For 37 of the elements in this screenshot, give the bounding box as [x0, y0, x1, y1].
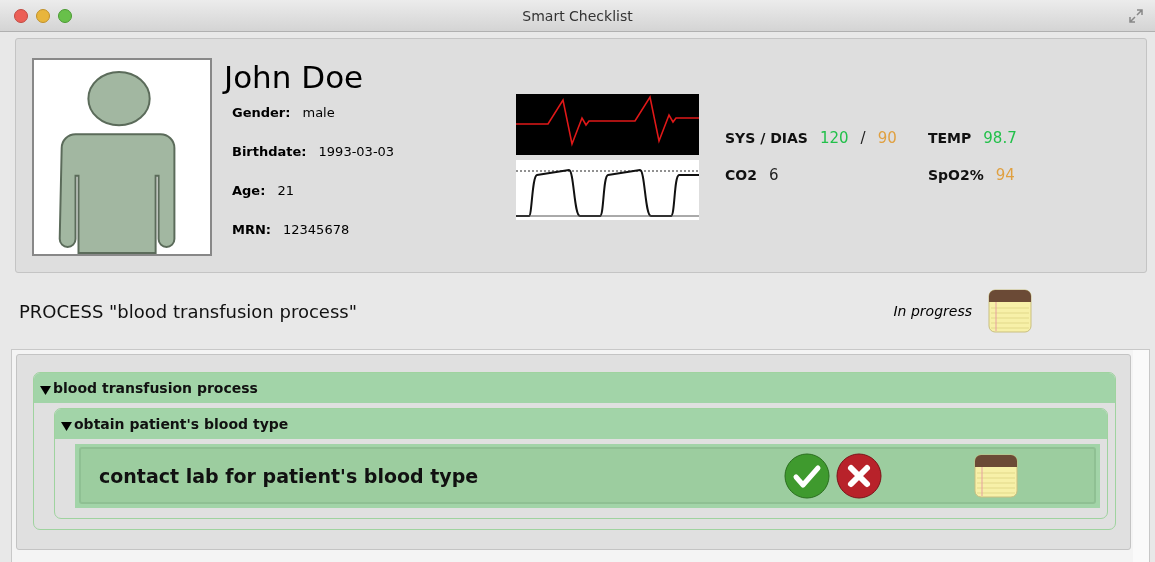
expand-toggle-icon[interactable]: [40, 384, 51, 395]
vital-value: 94: [995, 166, 1015, 184]
scrollbar-track[interactable]: [1133, 350, 1149, 562]
tree-node[interactable]: obtain patient's blood type: [55, 409, 1107, 439]
vital-value: 6: [768, 166, 779, 184]
process-title: PROCESS "blood transfusion process": [19, 300, 357, 322]
node-label: obtain patient's blood type: [74, 416, 289, 432]
vital-label: SpO2%: [928, 167, 984, 183]
field-value: 1993-03-03: [318, 144, 395, 159]
tree-node[interactable]: blood transfusion process: [34, 373, 1115, 403]
field-value: 21: [277, 183, 294, 198]
field-label: MRN:: [232, 222, 272, 237]
vital-value: 120: [819, 129, 849, 147]
close-icon[interactable]: [836, 452, 882, 499]
vital-value: /: [860, 129, 866, 147]
vital-value: 90: [877, 129, 897, 147]
field-label: Age:: [232, 183, 266, 198]
window-title: Smart Checklist: [522, 7, 633, 24]
notepad-icon[interactable]: [974, 453, 1018, 498]
check-icon[interactable]: [784, 452, 830, 499]
close-button[interactable]: [14, 8, 28, 23]
notepad-icon[interactable]: [988, 289, 1032, 333]
vital-value: 98.7: [983, 129, 1017, 147]
vital-label: TEMP: [928, 130, 972, 146]
field-label: Birthdate:: [232, 144, 307, 159]
field-value: 12345678: [283, 222, 350, 237]
zoom-button[interactable]: [58, 8, 72, 23]
field-label: Gender:: [232, 105, 291, 120]
vital-label: SYS / DIAS: [725, 130, 808, 146]
process-status: In progress: [893, 303, 972, 319]
vital-label: CO2: [725, 167, 757, 183]
expand-toggle-icon[interactable]: [61, 420, 72, 431]
node-label: blood transfusion process: [53, 380, 258, 396]
patient-name: John Doe: [224, 59, 365, 95]
fullscreen-icon[interactable]: [1129, 8, 1143, 23]
field-value: male: [302, 105, 335, 120]
task-label: contact lab for patient's blood type: [99, 464, 479, 487]
